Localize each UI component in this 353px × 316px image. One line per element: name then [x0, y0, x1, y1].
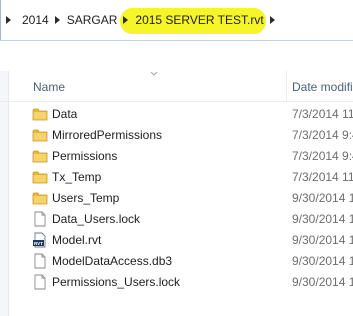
list-item[interactable]: Tx_Temp 7/3/2014 11: [0, 167, 353, 188]
file-date: 7/3/2014 9:4: [292, 128, 353, 142]
rvt-file-icon: RVT: [33, 232, 46, 248]
column-divider[interactable]: [286, 71, 287, 101]
folder-icon: [32, 150, 48, 163]
file-name: Users_Temp: [52, 191, 120, 205]
toolbar-gap: [0, 41, 353, 71]
file-name: Permissions: [52, 149, 118, 163]
list-item[interactable]: Data 7/3/2014 11: [0, 104, 353, 125]
folder-icon: [32, 171, 48, 184]
file-name: Data: [52, 107, 78, 121]
rvt-badge-label: RVT: [34, 241, 43, 246]
list-item[interactable]: Permissions_Users.lock 9/30/2014 1: [0, 272, 353, 293]
list-item[interactable]: Permissions 7/3/2014 9:4: [0, 146, 353, 167]
breadcrumb-current-folder[interactable]: 2015 SERVER TEST.rvt: [135, 13, 263, 27]
file-icon: [34, 274, 46, 290]
chevron-right-icon[interactable]: [269, 16, 275, 24]
address-bar[interactable]: 2014 SARGAR 2015 SERVER TEST.rvt: [0, 0, 353, 41]
file-name: ModelDataAccess.db3: [52, 254, 173, 268]
file-date: 9/30/2014 1: [292, 191, 353, 205]
file-name: Data_Users.lock: [52, 212, 141, 226]
list-item[interactable]: Data_Users.lock 9/30/2014 1: [0, 209, 353, 230]
breadcrumb-2014[interactable]: 2014: [22, 13, 49, 27]
column-header: Name Date modifi: [0, 71, 353, 102]
file-date: 7/3/2014 9:4: [292, 149, 353, 163]
column-name[interactable]: Name: [33, 80, 65, 94]
folder-icon: [32, 129, 48, 142]
column-date-modified[interactable]: Date modifi: [292, 80, 353, 94]
file-date: 7/3/2014 11: [292, 107, 353, 121]
file-date: 9/30/2014 1: [292, 275, 353, 289]
list-item[interactable]: MirroredPermissions 7/3/2014 9:4: [0, 125, 353, 146]
list-item[interactable]: RVT Model.rvt 9/30/2014 1: [0, 230, 353, 251]
breadcrumb: 2014 SARGAR 2015 SERVER TEST.rvt: [0, 6, 353, 34]
file-list: Data 7/3/2014 11 MirroredPermissions 7/3…: [0, 104, 353, 293]
file-icon: [34, 211, 46, 227]
sort-chevron-icon[interactable]: [150, 71, 158, 77]
file-date: 7/3/2014 11: [292, 170, 353, 184]
list-item[interactable]: ModelDataAccess.db3 9/30/2014 1: [0, 251, 353, 272]
file-name: MirroredPermissions: [52, 128, 163, 142]
chevron-right-icon[interactable]: [54, 16, 60, 24]
file-name: Tx_Temp: [52, 170, 102, 184]
file-date: 9/30/2014 1: [292, 212, 353, 226]
file-date: 9/30/2014 1: [292, 233, 353, 247]
chevron-right-icon[interactable]: [123, 16, 129, 24]
folder-icon: [32, 192, 48, 205]
list-item[interactable]: Users_Temp 9/30/2014 1: [0, 188, 353, 209]
file-name: Permissions_Users.lock: [52, 275, 181, 289]
file-name: Model.rvt: [52, 233, 102, 247]
file-date: 9/30/2014 1: [292, 254, 353, 268]
breadcrumb-sargar[interactable]: SARGAR: [67, 13, 118, 27]
folder-icon: [32, 108, 48, 121]
chevron-right-icon[interactable]: [6, 16, 11, 24]
file-icon: [34, 253, 46, 269]
